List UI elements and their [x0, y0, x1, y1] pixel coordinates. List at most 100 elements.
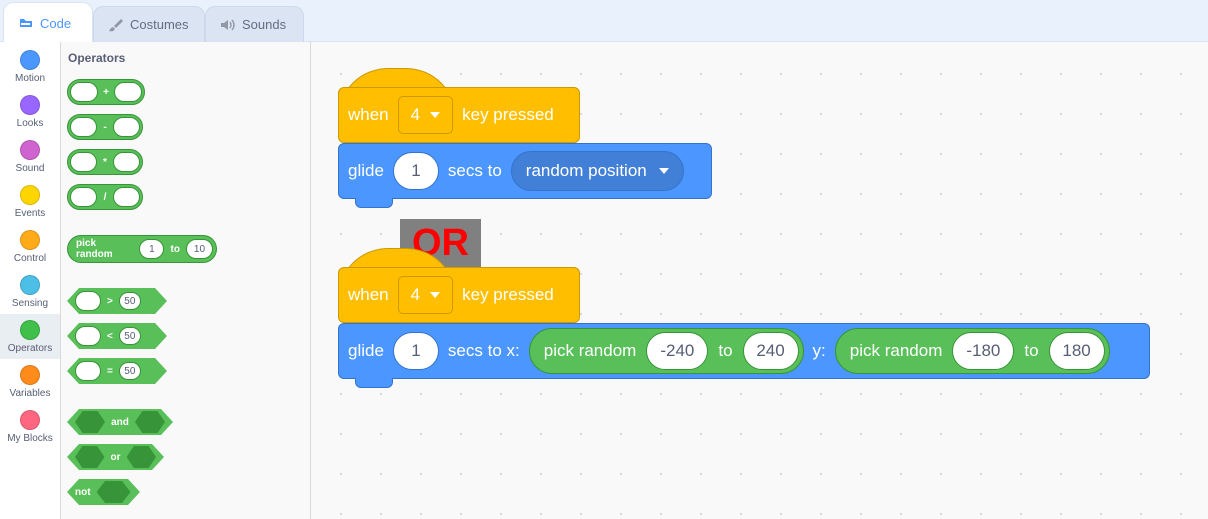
equals-block[interactable]: = 50: [67, 358, 167, 384]
operand-slot[interactable]: [114, 82, 142, 102]
category-control[interactable]: Control: [0, 224, 60, 269]
category-label: My Blocks: [7, 433, 53, 444]
pick-random-block[interactable]: pick random 1 to 10: [67, 235, 217, 263]
condition-slot[interactable]: [75, 446, 105, 468]
condition-slot[interactable]: [97, 481, 131, 503]
category-dot-icon: [20, 230, 40, 250]
divide-block[interactable]: /: [67, 184, 143, 210]
add-block[interactable]: +: [67, 79, 145, 105]
category-my-blocks[interactable]: My Blocks: [0, 404, 60, 449]
pick-random-label: pick random: [849, 341, 943, 360]
to-label: to: [170, 243, 180, 255]
operand-slot[interactable]: [70, 82, 98, 102]
operand-slot[interactable]: [75, 326, 101, 346]
random-from-input[interactable]: 1: [139, 239, 165, 259]
x-from-input[interactable]: -240: [646, 332, 709, 370]
operand-slot[interactable]: [70, 152, 98, 172]
operator-symbol: *: [103, 156, 107, 168]
operand-slot[interactable]: [112, 117, 141, 137]
category-operators[interactable]: Operators: [0, 314, 60, 359]
key-value: 4: [410, 105, 421, 124]
operand-slot[interactable]: [75, 291, 101, 311]
when-label: when: [348, 285, 389, 304]
to-label: to: [1024, 341, 1039, 360]
code-icon: [20, 19, 32, 27]
key-dropdown[interactable]: 4: [397, 96, 454, 134]
key-dropdown[interactable]: 4: [397, 276, 454, 314]
tab-code[interactable]: Code: [3, 2, 93, 43]
secs-to-x-label: secs to x:: [447, 341, 520, 360]
category-looks[interactable]: Looks: [0, 89, 60, 134]
operand-slot[interactable]: [112, 152, 141, 172]
condition-slot[interactable]: [135, 411, 165, 433]
glide-label: glide: [348, 161, 384, 180]
operator-symbol: >: [107, 295, 113, 307]
chevron-down-icon: [430, 112, 441, 118]
and-label: and: [111, 416, 129, 428]
category-motion[interactable]: Motion: [0, 44, 60, 89]
compare-value-input[interactable]: 50: [119, 362, 141, 380]
category-sensing[interactable]: Sensing: [0, 269, 60, 314]
operator-symbol: +: [103, 86, 109, 98]
operator-symbol: =: [107, 365, 113, 377]
secs-input[interactable]: 1: [392, 332, 439, 370]
block-palette: Operators + - * / pick random 1 to 10 > …: [61, 42, 311, 519]
operand-slot[interactable]: [112, 187, 141, 207]
key-pressed-label: key pressed: [462, 105, 554, 124]
compare-value-input[interactable]: 50: [119, 292, 141, 310]
category-events[interactable]: Events: [0, 179, 60, 224]
chevron-down-icon: [658, 168, 669, 174]
random-to-input[interactable]: 10: [185, 239, 213, 259]
condition-slot[interactable]: [75, 411, 105, 433]
chevron-down-icon: [430, 292, 441, 298]
x-to-input[interactable]: 240: [742, 332, 799, 370]
operand-slot[interactable]: [70, 187, 98, 207]
not-block[interactable]: not: [67, 479, 140, 505]
or-block[interactable]: or: [67, 444, 164, 470]
tab-costumes-label: Costumes: [130, 17, 189, 32]
compare-value-input[interactable]: 50: [119, 327, 141, 345]
category-dot-icon: [20, 50, 40, 70]
condition-slot[interactable]: [127, 446, 157, 468]
category-dot-icon: [20, 140, 40, 160]
and-block[interactable]: and: [67, 409, 173, 435]
to-label: to: [718, 341, 733, 360]
y-from-input[interactable]: -180: [952, 332, 1015, 370]
multiply-block[interactable]: *: [67, 149, 143, 175]
target-dropdown[interactable]: random position: [510, 151, 684, 191]
pick-random-label: pick random: [543, 341, 637, 360]
subtract-block[interactable]: -: [67, 114, 143, 140]
operand-slot[interactable]: [75, 361, 101, 381]
category-dot-icon: [20, 95, 40, 115]
operator-symbol: -: [103, 121, 107, 133]
operator-symbol: /: [103, 191, 107, 203]
less-than-block[interactable]: < 50: [67, 323, 167, 349]
operand-slot[interactable]: [70, 117, 98, 137]
category-dot-icon: [20, 275, 40, 295]
category-dot-icon: [20, 185, 40, 205]
pick-random-y-block[interactable]: pick random -180 to 180: [834, 328, 1110, 374]
greater-than-block[interactable]: > 50: [67, 288, 167, 314]
category-label: Control: [13, 253, 47, 264]
when-key-pressed-block[interactable]: when 4 key pressed: [338, 267, 580, 323]
category-menu: Motion Looks Sound Events Control Sensin…: [0, 42, 61, 519]
tab-sounds-label: Sounds: [242, 17, 287, 32]
category-variables[interactable]: Variables: [0, 359, 60, 404]
category-sound[interactable]: Sound: [0, 134, 60, 179]
key-value: 4: [410, 285, 421, 304]
glide-to-xy-block[interactable]: glide 1 secs to x: pick random -240 to 2…: [338, 323, 1150, 379]
tab-costumes[interactable]: Costumes: [93, 6, 205, 42]
secs-to-label: secs to: [447, 161, 502, 180]
category-label: Operators: [7, 343, 53, 354]
category-dot-icon: [20, 365, 40, 385]
y-to-input[interactable]: 180: [1048, 332, 1105, 370]
or-label: or: [110, 451, 121, 463]
secs-input[interactable]: 1: [392, 152, 439, 190]
category-label: Events: [14, 208, 46, 219]
pick-random-x-block[interactable]: pick random -240 to 240: [528, 328, 804, 374]
when-key-pressed-block[interactable]: when 4 key pressed: [338, 87, 580, 143]
glide-to-block[interactable]: glide 1 secs to random position: [338, 143, 712, 199]
operator-symbol: <: [107, 330, 113, 342]
tab-sounds[interactable]: Sounds: [205, 6, 304, 42]
not-label: not: [75, 486, 91, 498]
